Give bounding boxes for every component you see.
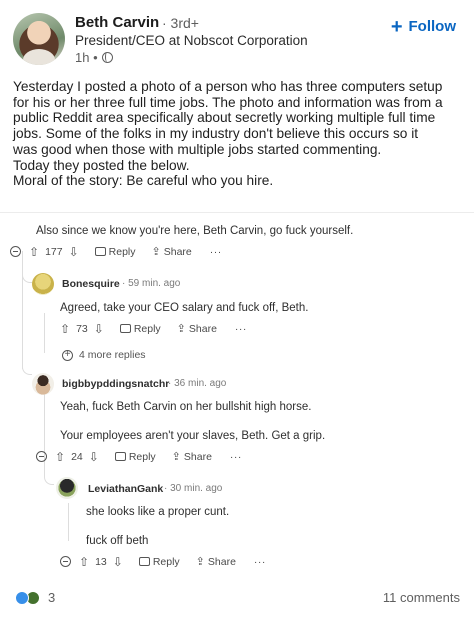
comment-text: Your employees aren't your slaves, Beth.…	[60, 430, 326, 442]
share-button[interactable]: ⇪ Share	[195, 555, 236, 569]
downvote-icon[interactable]: ⇩	[94, 323, 104, 335]
comment-username[interactable]: LeviathanGank	[88, 483, 163, 495]
reddit-screenshot-image[interactable]: Also since we know you're here, Beth Car…	[0, 212, 474, 570]
comment-text: fuck off beth	[86, 535, 149, 547]
reply-button[interactable]: Reply	[119, 322, 161, 335]
share-label: Share	[188, 322, 217, 335]
post-time: 1h •	[75, 50, 98, 65]
comment-text: Agreed, take your CEO salary and fuck of…	[60, 302, 309, 314]
reactions-count: 3	[48, 590, 56, 605]
more-options-button[interactable]: ···	[235, 323, 247, 335]
post-line: jobs. Some of the folks in my industry d…	[13, 126, 419, 142]
post-line: Moral of the story: Be careful who you h…	[13, 173, 274, 189]
share-label: Share	[207, 555, 236, 568]
upvote-icon[interactable]: ⇧	[60, 323, 70, 335]
downvote-icon[interactable]: ⇩	[113, 556, 123, 568]
vote-count: 13	[95, 555, 107, 568]
upvote-icon[interactable]: ⇧	[55, 451, 65, 463]
collapse-icon[interactable]	[10, 246, 21, 257]
upvote-icon[interactable]: ⇧	[29, 246, 39, 258]
collapse-icon[interactable]	[36, 451, 47, 462]
share-button[interactable]: ⇪ Share	[176, 322, 217, 336]
avatar[interactable]	[56, 477, 78, 499]
comment-text: Yeah, fuck Beth Carvin on her bullshit h…	[60, 401, 312, 413]
vote-count: 177	[45, 245, 63, 258]
author-name[interactable]: Beth Carvin	[75, 14, 159, 31]
reply-icon	[114, 452, 126, 461]
reply-label: Reply	[133, 322, 161, 335]
follow-label: Follow	[408, 18, 457, 35]
plus-icon: +	[390, 15, 403, 38]
like-reaction-icon	[15, 590, 29, 605]
share-icon: ⇪	[151, 246, 161, 258]
comment-timestamp: · 36 min. ago	[168, 378, 227, 389]
post-timestamp: 1h •	[75, 50, 113, 65]
reply-icon	[94, 247, 106, 256]
comment-text: she looks like a proper cunt.	[86, 506, 230, 518]
post-text: Yesterday I posted a photo of a person w…	[13, 79, 463, 189]
comment-timestamp: · 59 min. ago	[122, 278, 181, 289]
comment-timestamp: · 30 min. ago	[164, 483, 223, 494]
vote-count: 73	[76, 322, 88, 335]
post-line: was good when those with multiple jobs s…	[13, 141, 382, 157]
comment-username[interactable]: bigbbypddingsnatchr	[62, 378, 169, 390]
share-button[interactable]: ⇪ Share	[171, 450, 212, 464]
thread-elbow	[22, 343, 32, 375]
upvote-icon[interactable]: ⇧	[79, 556, 89, 568]
globe-icon	[101, 52, 113, 63]
more-replies-label: 4 more replies	[79, 349, 146, 361]
share-icon: ⇪	[176, 323, 186, 335]
reply-icon	[119, 324, 131, 333]
post-line: public Reddit area specifically about se…	[13, 110, 436, 126]
post-footer: 3 11 comments	[0, 580, 474, 618]
more-options-button[interactable]: ···	[254, 556, 266, 568]
avatar[interactable]	[32, 373, 54, 395]
downvote-icon[interactable]: ⇩	[89, 451, 99, 463]
author-headline: President/CEO at Nobscot Corporation	[75, 33, 308, 48]
collapse-icon[interactable]	[60, 556, 71, 567]
share-icon: ⇪	[195, 556, 205, 568]
reply-button[interactable]: Reply	[94, 245, 136, 258]
reply-label: Reply	[152, 555, 180, 568]
comment-actions: ⇧ 24 ⇩ Reply ⇪ Share ···	[36, 450, 248, 463]
follow-button[interactable]: + Follow	[390, 15, 457, 38]
comments-count-link[interactable]: 11 comments	[383, 590, 460, 605]
connection-degree: · 3rd+	[162, 15, 199, 31]
share-icon: ⇪	[171, 451, 181, 463]
comment-text: Also since we know you're here, Beth Car…	[36, 225, 354, 237]
more-options-button[interactable]: ···	[210, 246, 222, 258]
downvote-icon[interactable]: ⇩	[69, 246, 79, 258]
reply-icon	[138, 557, 150, 566]
expand-icon: +	[62, 349, 73, 361]
post-header: Beth Carvin · 3rd+ President/CEO at Nobs…	[0, 0, 474, 70]
post-line: for his or her three full time jobs. The…	[13, 94, 443, 110]
reply-label: Reply	[108, 245, 136, 258]
post-line: Yesterday I posted a photo of a person w…	[13, 79, 443, 94]
post-line: Today they posted the below.	[13, 157, 190, 173]
reactions-summary[interactable]: 3	[15, 590, 55, 605]
vote-count: 24	[71, 450, 83, 463]
more-replies-link[interactable]: + 4 more replies	[62, 349, 146, 361]
avatar[interactable]	[32, 273, 54, 295]
share-button[interactable]: ⇪ Share	[151, 245, 192, 259]
comment-actions: ⇧ 13 ⇩ Reply ⇪ Share ···	[60, 555, 272, 568]
reply-label: Reply	[128, 450, 156, 463]
thread-line	[44, 393, 45, 453]
thread-line	[44, 313, 45, 353]
comment-actions: ⇧ 177 ⇩ Reply ⇪ Share ···	[10, 245, 228, 258]
reply-button[interactable]: Reply	[138, 555, 180, 568]
comment-actions: ⇧ 73 ⇩ Reply ⇪ Share ···	[60, 322, 253, 336]
share-label: Share	[163, 245, 192, 258]
more-options-button[interactable]: ···	[230, 451, 242, 463]
author-avatar[interactable]	[13, 13, 65, 65]
reply-button[interactable]: Reply	[114, 450, 156, 463]
thread-line	[68, 503, 69, 541]
share-label: Share	[183, 450, 212, 463]
comment-username[interactable]: Bonesquire	[62, 278, 120, 290]
